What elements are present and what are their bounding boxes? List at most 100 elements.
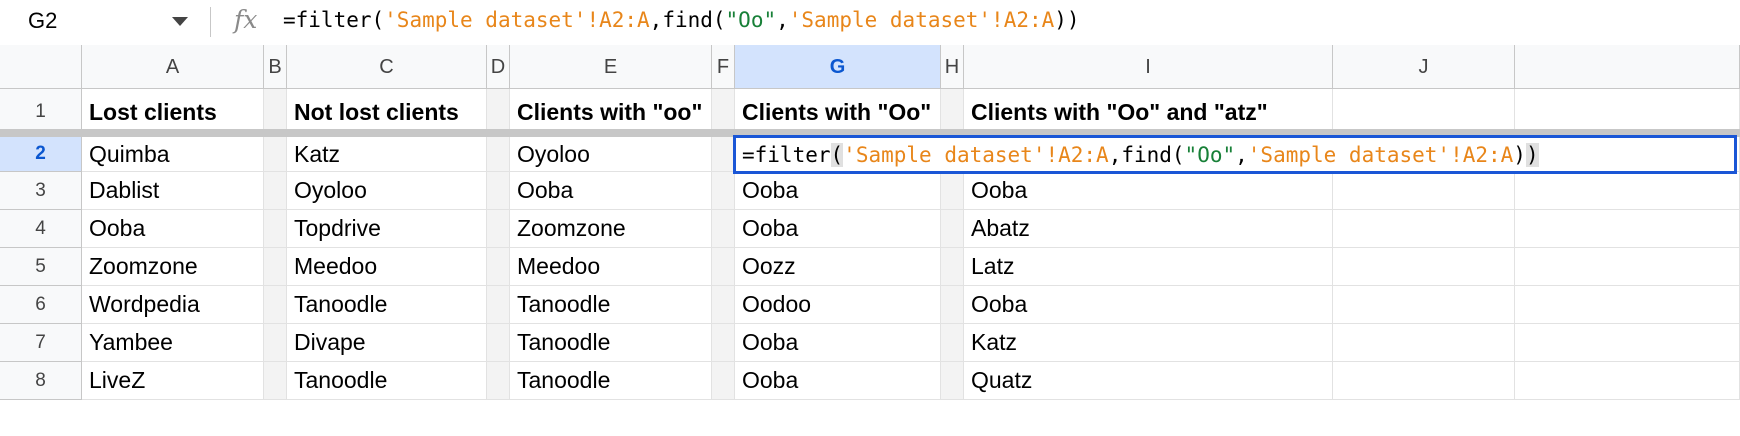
cell-extra-7[interactable]: [1515, 324, 1740, 362]
cell-extra-4[interactable]: [1515, 210, 1740, 248]
cell-f4[interactable]: [712, 210, 735, 248]
cell-a3[interactable]: Dablist: [82, 172, 264, 210]
cell-a5[interactable]: Zoomzone: [82, 248, 264, 286]
column-header-next[interactable]: [1515, 45, 1740, 89]
column-header-b[interactable]: B: [264, 45, 287, 89]
cell-b5[interactable]: [264, 248, 287, 286]
column-header-j[interactable]: J: [1333, 45, 1515, 89]
row-header-8[interactable]: 8: [0, 362, 82, 400]
cell-a8[interactable]: LiveZ: [82, 362, 264, 400]
cell-c8[interactable]: Tanoodle: [287, 362, 487, 400]
cell-i3[interactable]: Ooba: [964, 172, 1333, 210]
cell-g5[interactable]: Oozz: [735, 248, 941, 286]
cell-h7[interactable]: [941, 324, 964, 362]
spreadsheet-grid: A B C D E F G H I J 1 2 3 4 5 6 7 8 Lost clients Not lost c…: [0, 45, 1740, 436]
cell-d2[interactable]: [487, 137, 510, 172]
cell-b2[interactable]: [264, 137, 287, 172]
column-header-c[interactable]: C: [287, 45, 487, 89]
cell-j3[interactable]: [1333, 172, 1515, 210]
column-header-e[interactable]: E: [510, 45, 712, 89]
column-header-g[interactable]: G: [735, 45, 941, 89]
cell-g4[interactable]: Ooba: [735, 210, 941, 248]
cell-extra-6[interactable]: [1515, 286, 1740, 324]
cell-h6[interactable]: [941, 286, 964, 324]
cell-i5[interactable]: Latz: [964, 248, 1333, 286]
cell-j6[interactable]: [1333, 286, 1515, 324]
cell-b6[interactable]: [264, 286, 287, 324]
cell-f3[interactable]: [712, 172, 735, 210]
cell-e6[interactable]: Tanoodle: [510, 286, 712, 324]
cell-j5[interactable]: [1333, 248, 1515, 286]
row-header-5[interactable]: 5: [0, 248, 82, 286]
cell-h5[interactable]: [941, 248, 964, 286]
cell-h8[interactable]: [941, 362, 964, 400]
cell-c2[interactable]: Katz: [287, 137, 487, 172]
column-header-f[interactable]: F: [712, 45, 735, 89]
cell-c4[interactable]: Topdrive: [287, 210, 487, 248]
cell-extra-5[interactable]: [1515, 248, 1740, 286]
cell-j8[interactable]: [1333, 362, 1515, 400]
cell-c3[interactable]: Oyoloo: [287, 172, 487, 210]
cell-i7[interactable]: Katz: [964, 324, 1333, 362]
cell-b7[interactable]: [264, 324, 287, 362]
cell-extra-8[interactable]: [1515, 362, 1740, 400]
column-header-h[interactable]: H: [941, 45, 964, 89]
cell-a2[interactable]: Quimba: [82, 137, 264, 172]
select-all-corner[interactable]: [0, 45, 82, 89]
cell-b8[interactable]: [264, 362, 287, 400]
row-header-3[interactable]: 3: [0, 172, 82, 210]
cell-c7[interactable]: Divape: [287, 324, 487, 362]
fx-icon: fx: [234, 5, 258, 34]
cell-a7[interactable]: Yambee: [82, 324, 264, 362]
cell-e3[interactable]: Ooba: [510, 172, 712, 210]
divider: [210, 7, 211, 37]
row-header-7[interactable]: 7: [0, 324, 82, 362]
active-cell-editor[interactable]: =filter('Sample dataset'!A2:A ,find("Oo",…: [733, 135, 1737, 174]
cell-reference[interactable]: G2: [28, 8, 57, 34]
cell-j7[interactable]: [1333, 324, 1515, 362]
column-header-a[interactable]: A: [82, 45, 264, 89]
cell-f6[interactable]: [712, 286, 735, 324]
cell-d7[interactable]: [487, 324, 510, 362]
cell-a4[interactable]: Ooba: [82, 210, 264, 248]
cell-c6[interactable]: Tanoodle: [287, 286, 487, 324]
cell-e4[interactable]: Zoomzone: [510, 210, 712, 248]
cell-g7[interactable]: Ooba: [735, 324, 941, 362]
cell-f8[interactable]: [712, 362, 735, 400]
cell-d3[interactable]: [487, 172, 510, 210]
name-box[interactable]: G2: [0, 0, 208, 45]
cell-e5[interactable]: Meedoo: [510, 248, 712, 286]
cell-h4[interactable]: [941, 210, 964, 248]
cell-d4[interactable]: [487, 210, 510, 248]
cell-i8[interactable]: Quatz: [964, 362, 1333, 400]
formula-bar: G2 fx =filter('Sample dataset'!A2:A,find…: [0, 0, 1740, 46]
row-header-6[interactable]: 6: [0, 286, 82, 324]
cell-b3[interactable]: [264, 172, 287, 210]
cell-d5[interactable]: [487, 248, 510, 286]
cell-f7[interactable]: [712, 324, 735, 362]
cell-g3[interactable]: Ooba: [735, 172, 941, 210]
cell-e2[interactable]: Oyoloo: [510, 137, 712, 172]
cell-a6[interactable]: Wordpedia: [82, 286, 264, 324]
cell-e8[interactable]: Tanoodle: [510, 362, 712, 400]
cell-c5[interactable]: Meedoo: [287, 248, 487, 286]
formula-input[interactable]: =filter('Sample dataset'!A2:A,find("Oo",…: [283, 8, 1080, 32]
row-header-2[interactable]: 2: [0, 137, 82, 172]
column-header-d[interactable]: D: [487, 45, 510, 89]
column-header-i[interactable]: I: [964, 45, 1333, 89]
cell-i4[interactable]: Abatz: [964, 210, 1333, 248]
row-header-4[interactable]: 4: [0, 210, 82, 248]
cell-e7[interactable]: Tanoodle: [510, 324, 712, 362]
cell-g6[interactable]: Oodoo: [735, 286, 941, 324]
cell-i6[interactable]: Ooba: [964, 286, 1333, 324]
cell-j4[interactable]: [1333, 210, 1515, 248]
cell-extra-3[interactable]: [1515, 172, 1740, 210]
cell-f5[interactable]: [712, 248, 735, 286]
cell-d8[interactable]: [487, 362, 510, 400]
cell-h3[interactable]: [941, 172, 964, 210]
cell-g8[interactable]: Ooba: [735, 362, 941, 400]
cell-b4[interactable]: [264, 210, 287, 248]
cell-f2[interactable]: [712, 137, 735, 172]
chevron-down-icon[interactable]: [172, 17, 188, 26]
cell-d6[interactable]: [487, 286, 510, 324]
